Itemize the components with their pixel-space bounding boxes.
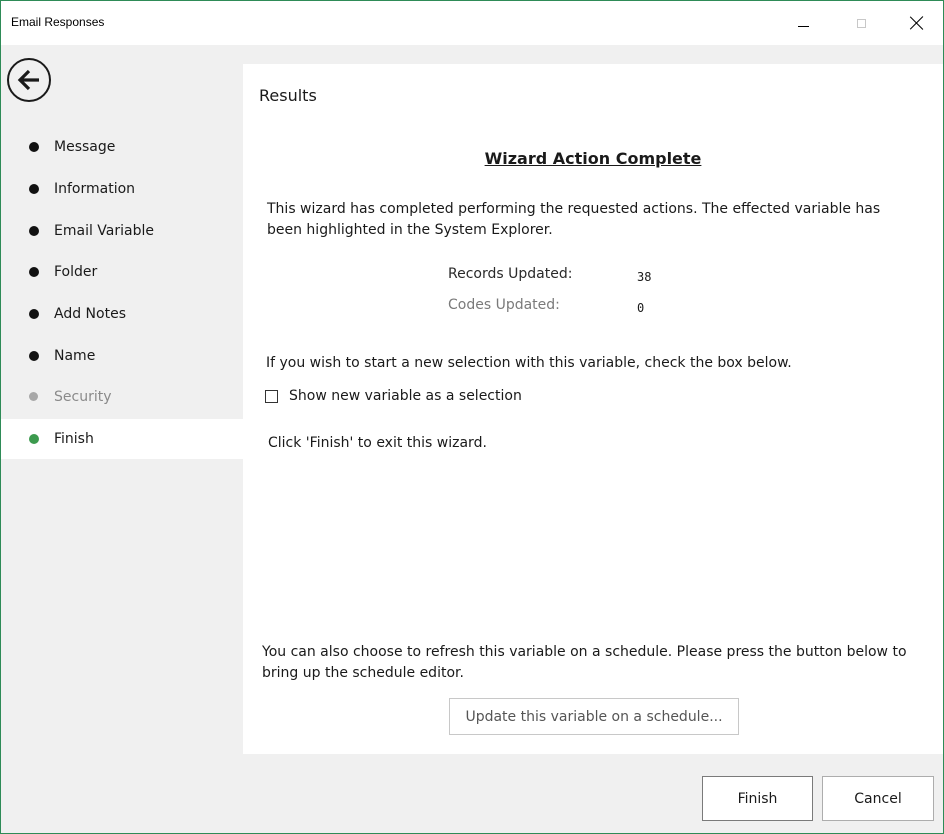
title-bar: Email Responses <box>1 1 943 45</box>
window-title: Email Responses <box>11 15 105 29</box>
finish-button[interactable]: Finish <box>702 776 813 821</box>
step-folder[interactable]: Folder <box>1 252 243 292</box>
maximize-button[interactable] <box>838 1 884 45</box>
step-dot-icon <box>29 226 39 236</box>
records-updated-label: Records Updated: <box>448 266 573 282</box>
step-name[interactable]: Name <box>1 336 243 376</box>
arrow-left-icon <box>17 69 39 91</box>
step-label: Folder <box>54 264 98 280</box>
minimize-icon <box>797 25 809 27</box>
step-dot-icon <box>29 434 39 444</box>
step-add-notes[interactable]: Add Notes <box>1 294 243 334</box>
step-information[interactable]: Information <box>1 169 243 209</box>
records-updated-value: 38 <box>637 270 652 284</box>
schedule-instructions: You can also choose to refresh this vari… <box>262 644 907 681</box>
step-email-variable[interactable]: Email Variable <box>1 211 243 251</box>
step-label: Message <box>54 139 116 155</box>
step-finish[interactable]: Finish <box>1 419 243 459</box>
page-title: Results <box>259 86 317 105</box>
step-security: Security <box>1 377 243 417</box>
step-dot-icon <box>29 392 38 401</box>
step-label: Finish <box>54 431 94 447</box>
results-panel: Results Wizard Action Complete This wiza… <box>243 64 943 754</box>
wizard-steps-nav: Message Information Email Variable Folde… <box>1 45 243 753</box>
step-dot-icon <box>29 351 39 361</box>
step-dot-icon <box>29 184 39 194</box>
maximize-icon <box>856 18 866 28</box>
cancel-button[interactable]: Cancel <box>822 776 934 821</box>
step-dot-icon <box>29 309 39 319</box>
step-label: Email Variable <box>54 223 154 239</box>
step-label: Security <box>54 389 112 405</box>
step-message[interactable]: Message <box>1 127 243 167</box>
close-button[interactable] <box>894 1 940 45</box>
selection-instructions: If you wish to start a new selection wit… <box>266 355 792 371</box>
step-dot-icon <box>29 142 39 152</box>
codes-updated-value: 0 <box>637 301 645 315</box>
back-button[interactable] <box>7 58 51 102</box>
finish-hint: Click 'Finish' to exit this wizard. <box>268 435 487 451</box>
step-label: Information <box>54 181 136 197</box>
wizard-complete-heading: Wizard Action Complete <box>484 149 702 168</box>
step-label: Add Notes <box>54 306 126 322</box>
step-dot-icon <box>29 267 39 277</box>
close-icon <box>910 16 924 30</box>
wizard-window: Email Responses Message Information Emai… <box>0 0 944 834</box>
schedule-button[interactable]: Update this variable on a schedule... <box>449 698 739 735</box>
intro-text: This wizard has completed performing the… <box>267 201 881 238</box>
show-as-selection-checkbox[interactable] <box>265 389 278 403</box>
minimize-button[interactable] <box>780 1 826 45</box>
step-label: Name <box>54 348 96 364</box>
checkbox-label: Show new variable as a selection <box>289 388 522 404</box>
codes-updated-label: Codes Updated: <box>448 297 560 313</box>
show-as-selection-option[interactable]: Show new variable as a selection <box>265 388 522 404</box>
